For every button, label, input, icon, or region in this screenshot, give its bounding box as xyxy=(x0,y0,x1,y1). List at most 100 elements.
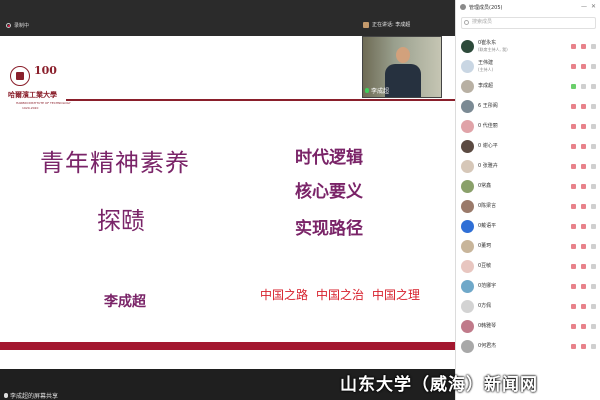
mic-off-icon[interactable] xyxy=(581,224,586,229)
more-icon[interactable] xyxy=(591,124,596,129)
more-icon[interactable] xyxy=(591,204,596,209)
mic-on-icon[interactable] xyxy=(571,84,576,89)
university-emblem-icon xyxy=(10,66,30,86)
member-actions xyxy=(571,244,596,249)
keyword-1: 时代逻辑 xyxy=(295,148,363,168)
record-icon xyxy=(6,23,11,28)
member-name: 0方佩 xyxy=(478,303,492,309)
more-icon[interactable] xyxy=(591,324,596,329)
member-row[interactable]: 0崔永东 (联席主持人, 我) xyxy=(456,37,600,57)
speaker-video[interactable]: 李成超 xyxy=(362,36,442,98)
member-actions xyxy=(571,64,596,69)
more-icon[interactable] xyxy=(591,344,596,349)
more-icon[interactable] xyxy=(591,144,596,149)
mic-off-icon[interactable] xyxy=(581,344,586,349)
member-actions xyxy=(571,224,596,229)
camera-off-icon[interactable] xyxy=(571,164,576,169)
camera-off-icon[interactable] xyxy=(571,304,576,309)
mic-off-icon[interactable] xyxy=(581,284,586,289)
more-icon[interactable] xyxy=(591,224,596,229)
camera-off-icon[interactable] xyxy=(571,224,576,229)
close-icon[interactable]: ✕ xyxy=(591,3,596,10)
avatar xyxy=(461,60,474,73)
member-row[interactable]: 0范娜宇 xyxy=(456,277,600,297)
avatar xyxy=(461,140,474,153)
camera-off-icon[interactable] xyxy=(571,64,576,69)
member-row[interactable]: 0豆敏 xyxy=(456,257,600,277)
slide-paths: 中国之路 中国之治 中国之理 xyxy=(260,286,420,303)
speaker-body xyxy=(385,64,421,97)
member-row[interactable]: 0 代佳丽 xyxy=(456,117,600,137)
camera-off-icon[interactable] xyxy=(571,104,576,109)
member-actions xyxy=(571,84,596,89)
mic-off-icon[interactable] xyxy=(581,144,586,149)
member-search-input[interactable]: 搜索成员 xyxy=(461,17,596,29)
camera-off-icon[interactable] xyxy=(571,344,576,349)
member-row[interactable]: 6 王彤阁 xyxy=(456,97,600,117)
more-icon[interactable] xyxy=(591,284,596,289)
member-row[interactable]: 0 张雅卉 xyxy=(456,157,600,177)
mic-off-icon[interactable] xyxy=(581,124,586,129)
speaker-head xyxy=(396,47,410,63)
member-name: 0崔永东 xyxy=(478,40,497,46)
member-actions xyxy=(571,324,596,329)
top-bar xyxy=(0,0,455,36)
mic-off-icon[interactable] xyxy=(581,164,586,169)
member-row[interactable]: 0陈梁言 xyxy=(456,197,600,217)
camera-off-icon[interactable] xyxy=(571,144,576,149)
mic-off-icon[interactable] xyxy=(581,244,586,249)
more-icon[interactable] xyxy=(591,184,596,189)
mic-off-icon[interactable] xyxy=(581,44,586,49)
avatar xyxy=(461,240,474,253)
mic-off-icon[interactable] xyxy=(581,184,586,189)
camera-off-icon[interactable] xyxy=(571,264,576,269)
camera-off-icon[interactable] xyxy=(571,324,576,329)
member-name: 0 谢心平 xyxy=(478,143,498,149)
member-actions xyxy=(571,124,596,129)
member-row[interactable]: 0方佩 xyxy=(456,297,600,317)
camera-icon[interactable] xyxy=(581,84,586,89)
more-icon[interactable] xyxy=(591,304,596,309)
keyword-2: 核心要义 xyxy=(295,182,363,202)
mic-off-icon[interactable] xyxy=(581,204,586,209)
member-row[interactable]: 王伟建 (主持人) xyxy=(456,57,600,77)
more-icon[interactable] xyxy=(591,104,596,109)
camera-off-icon[interactable] xyxy=(571,44,576,49)
more-icon[interactable] xyxy=(591,64,596,69)
more-icon[interactable] xyxy=(591,44,596,49)
member-row[interactable]: 0戴语平 xyxy=(456,217,600,237)
mic-off-icon[interactable] xyxy=(581,324,586,329)
member-actions xyxy=(571,344,596,349)
panel-header: 管理成员(205) xyxy=(456,0,600,14)
member-row[interactable]: 李成超 xyxy=(456,77,600,97)
mic-off-icon[interactable] xyxy=(581,304,586,309)
speaker-avatar-icon xyxy=(363,21,369,28)
more-icon[interactable] xyxy=(591,264,596,269)
camera-off-icon[interactable] xyxy=(571,204,576,209)
member-row[interactable]: 0董珂 xyxy=(456,237,600,257)
member-row[interactable]: 0常鑫 xyxy=(456,177,600,197)
more-icon[interactable] xyxy=(591,84,596,89)
member-actions xyxy=(571,284,596,289)
member-name: 0何君杰 xyxy=(478,343,497,349)
camera-off-icon[interactable] xyxy=(571,184,576,189)
camera-off-icon[interactable] xyxy=(571,124,576,129)
logo-name: 哈爾濱工業大學 xyxy=(8,90,57,99)
slide-bottom-rule xyxy=(0,342,455,350)
search-icon xyxy=(464,20,469,25)
camera-off-icon[interactable] xyxy=(571,284,576,289)
member-row[interactable]: 0何君杰 xyxy=(456,337,600,357)
member-panel: 管理成员(205) — ✕ 搜索成员 0崔永东 (联席主持人, 我) 王伟建 (主持人… xyxy=(455,0,600,400)
more-icon[interactable] xyxy=(591,244,596,249)
camera-off-icon[interactable] xyxy=(571,244,576,249)
member-actions xyxy=(571,264,596,269)
logo-english-name: HARBIN INSTITUTE OF TECHNOLOGY xyxy=(16,101,71,105)
more-icon[interactable] xyxy=(591,164,596,169)
mic-off-icon[interactable] xyxy=(581,64,586,69)
member-row[interactable]: 0韩雅琴 xyxy=(456,317,600,337)
member-row[interactable]: 0 谢心平 xyxy=(456,137,600,157)
mic-off-icon[interactable] xyxy=(581,104,586,109)
minimize-icon[interactable]: — xyxy=(581,3,587,10)
mic-off-icon[interactable] xyxy=(581,264,586,269)
member-name: 0韩雅琴 xyxy=(478,323,497,329)
